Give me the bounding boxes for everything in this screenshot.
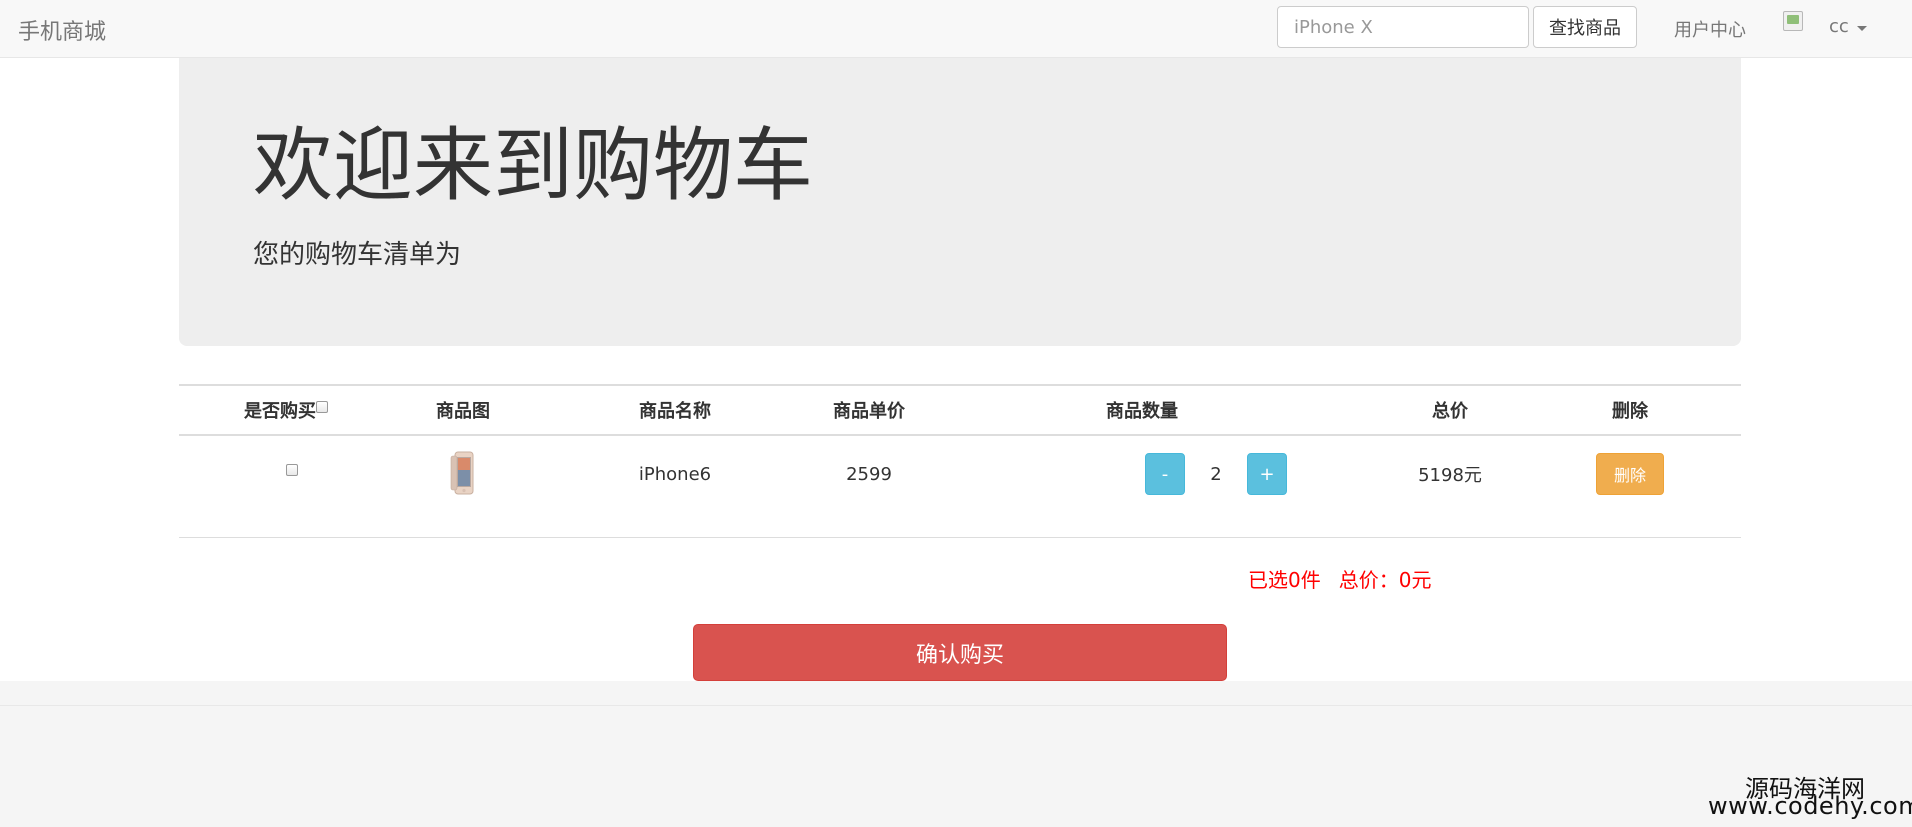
header-name: 商品名称 [639,401,711,422]
header-quantity: 商品数量 [1106,401,1178,422]
quantity-value: 2 [1210,463,1222,485]
welcome-banner: 欢迎来到购物车 您的购物车清单为 [179,58,1741,346]
username-label: cc [1829,16,1849,37]
product-price: 2599 [846,463,892,485]
selected-count: 已选0件 [1248,568,1321,592]
header-select-label: 是否购买 [244,401,316,422]
product-image-cell [440,436,486,512]
cart-summary: 已选0件 总价：0元 [1248,564,1431,593]
user-center-link[interactable]: 用户中心 [1674,16,1746,42]
header-select: 是否购买 [203,386,369,434]
row-total: 5198元 [1418,465,1482,486]
decrease-quantity-button[interactable]: - [1145,453,1185,495]
cart-table: 是否购买 商品图 商品名称 商品单价 商品数量 总价 删除 iPhone6 25… [179,384,1741,538]
table-row: iPhone6 2599 - 2 + 5198元 删除 [179,436,1741,538]
footer-divider [0,705,1912,706]
row-delete-cell: 删除 [1582,436,1678,512]
select-all-checkbox[interactable] [316,401,328,413]
delete-button[interactable]: 删除 [1596,453,1664,495]
search-input[interactable] [1277,6,1529,48]
watermark-url: www.codehy.com [1708,792,1912,820]
row-checkbox[interactable] [286,464,298,476]
brand-link[interactable]: 手机商城 [18,14,106,46]
selected-total: 总价：0元 [1338,568,1432,592]
header-delete: 删除 [1612,401,1648,422]
caret-down-icon [1856,25,1867,31]
header-image: 商品图 [436,401,490,422]
page-subtitle: 您的购物车清单为 [253,240,462,270]
iphone-product-image [450,451,474,495]
confirm-purchase-button[interactable]: 确认购买 [693,624,1227,681]
quantity-stepper: - 2 + [1131,436,1301,512]
page-title: 欢迎来到购物车 [253,119,813,212]
search-button[interactable]: 查找商品 [1533,6,1637,48]
table-header: 是否购买 商品图 商品名称 商品单价 商品数量 总价 删除 [179,386,1741,436]
avatar-icon[interactable] [1783,11,1803,31]
header-total: 总价 [1432,401,1468,422]
navbar: 手机商城 查找商品 用户中心 cc [0,0,1912,58]
header-price: 商品单价 [833,401,905,422]
footer [0,681,1912,827]
user-menu-dropdown[interactable]: cc [1829,16,1867,37]
row-select-cell [280,436,304,512]
increase-quantity-button[interactable]: + [1247,453,1287,495]
product-name: iPhone6 [638,463,712,485]
